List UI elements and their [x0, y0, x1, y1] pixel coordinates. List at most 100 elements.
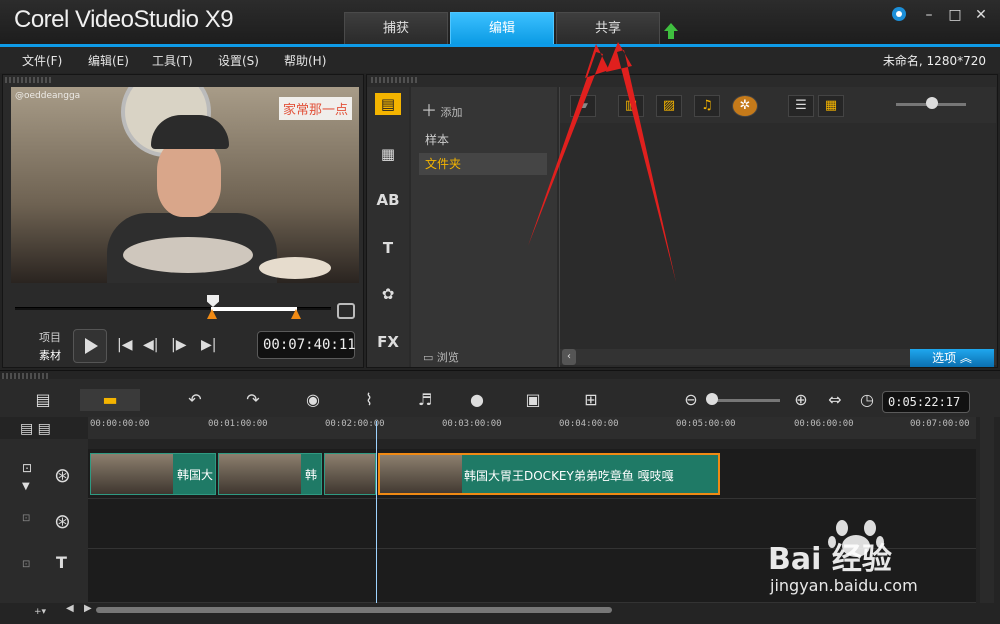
scroll-left-icon[interactable]: ◀ — [66, 603, 74, 614]
zoom-out-icon[interactable]: ⊖ — [678, 389, 704, 411]
show-audio-icon[interactable]: ♫ — [694, 95, 720, 117]
menu-tools[interactable]: 工具(T) — [152, 52, 193, 69]
library-sidebar: ▤ ▦ AB T ✿ FX — [367, 87, 409, 367]
timeline-zoom-slider[interactable] — [708, 399, 780, 402]
menu-settings[interactable]: 设置(S) — [218, 52, 259, 69]
timeline-clip[interactable]: 韩 — [218, 453, 322, 495]
minimize-icon[interactable]: – — [920, 6, 938, 24]
scroll-right-icon[interactable]: ▶ — [84, 603, 92, 614]
video-plate — [123, 237, 253, 273]
media-icon[interactable]: ▤ — [375, 93, 401, 115]
go-to-start-icon[interactable]: |◀ — [117, 337, 132, 353]
preview-timecode[interactable]: 00:07:40:11 — [257, 331, 356, 359]
undo-icon[interactable]: ↶ — [182, 389, 208, 411]
folder-item-sample[interactable]: 样本 — [419, 129, 547, 151]
title-icon[interactable]: T — [375, 237, 401, 259]
copy-icon[interactable] — [337, 303, 355, 319]
settings-icon[interactable]: ✲ — [732, 95, 758, 117]
add-folder-button[interactable]: ＋ 添加 — [421, 97, 463, 121]
video-plate-small — [259, 257, 331, 279]
play-button[interactable] — [73, 329, 107, 363]
record-capture-icon[interactable]: ◉ — [300, 389, 326, 411]
video-caption: 家常那一点 — [279, 97, 353, 120]
chevron-down-icon[interactable]: ▼ — [22, 481, 30, 492]
baidu-logo-text: Bai 经验 — [768, 542, 892, 577]
track-manager-icon[interactable]: ▤ ▤ — [20, 421, 51, 437]
auto-music-icon[interactable]: ♬ — [412, 389, 438, 411]
video-person-hat — [151, 115, 229, 149]
ruler-tick: 00:07:00:00 — [910, 419, 970, 429]
overlay-track-lock-icon[interactable]: ⊡ — [22, 513, 30, 524]
title-track-icon: T — [56, 553, 67, 572]
video-watermark: @oeddeangga — [15, 91, 81, 101]
menu-bar: 文件(F) 编辑(E) 工具(T) 设置(S) 帮助(H) 未命名, 1280*… — [0, 47, 1000, 73]
storyboard-view-icon[interactable]: ▤ — [30, 389, 56, 411]
tab-capture[interactable]: 捕获 — [344, 12, 448, 44]
list-view-icon[interactable]: ☰ — [788, 95, 814, 117]
menu-file[interactable]: 文件(F) — [22, 52, 62, 69]
upload-icon[interactable] — [662, 22, 680, 40]
transition-icon[interactable]: AB — [375, 189, 401, 211]
timeline-horizontal-scrollbar[interactable] — [96, 607, 612, 613]
thumbnail-size-knob[interactable] — [926, 97, 938, 109]
timeline-ruler[interactable]: 00:00:00:00 00:01:00:00 00:02:00:00 00:0… — [88, 417, 976, 439]
tab-edit[interactable]: 编辑 — [450, 12, 554, 44]
library-content: ▰ ▥ ▨ ♫ ✲ ☰ ▦ ‹ 选项 ︽ — [559, 87, 996, 367]
video-preview[interactable]: @oeddeangga 家常那一点 — [11, 87, 359, 283]
maximize-icon[interactable]: □ — [946, 6, 964, 24]
options-label: 选项 — [932, 351, 957, 365]
project-duration-icon[interactable]: ◷ — [854, 389, 880, 411]
timeline-clip[interactable]: 韩国大 — [90, 453, 216, 495]
video-track[interactable]: 韩国大 韩 韩国大胃王DOCKEY弟弟吃章鱼 嘎吱嘎 — [88, 449, 976, 499]
mode-clip-label[interactable]: 素材 — [39, 347, 61, 363]
show-video-icon[interactable]: ▥ — [618, 95, 644, 117]
show-photo-icon[interactable]: ▨ — [656, 95, 682, 117]
fit-project-icon[interactable]: ⇔ — [822, 389, 848, 411]
timeline-zoom-knob[interactable] — [706, 393, 718, 405]
video-track-lock-icon[interactable]: ⊡ — [22, 461, 32, 475]
thumbnail-view-icon[interactable]: ▦ — [818, 95, 844, 117]
motion-tracking-icon[interactable]: ● — [464, 389, 490, 411]
scroll-left-icon[interactable]: ‹ — [562, 349, 576, 365]
multi-camera-icon[interactable]: ⊞ — [578, 389, 604, 411]
chevron-up-icon: ︽ — [959, 351, 972, 365]
panel-grip[interactable] — [5, 77, 51, 83]
mode-project-label[interactable]: 项目 — [39, 329, 61, 345]
add-label: 添加 — [440, 106, 463, 119]
panel-grip[interactable] — [371, 77, 417, 83]
trim-selection — [211, 307, 297, 311]
graphic-icon[interactable]: ✿ — [375, 283, 401, 305]
go-to-end-icon[interactable]: ▶| — [201, 337, 216, 353]
import-folder-icon[interactable]: ▰ — [570, 95, 596, 117]
timeline-view-icon[interactable]: ▬ — [80, 389, 140, 411]
close-icon[interactable]: ✕ — [972, 6, 990, 24]
help-icon[interactable] — [890, 6, 908, 24]
timeline-playhead[interactable] — [376, 421, 377, 603]
redo-icon[interactable]: ↷ — [240, 389, 266, 411]
previous-frame-icon[interactable]: ◀| — [143, 337, 158, 353]
instant-project-icon[interactable]: ▦ — [375, 143, 401, 165]
clip-title: 韩国大胃王DOCKEY弟弟吃章鱼 嘎吱嘎 — [464, 469, 674, 483]
library-toolbar: ▰ ▥ ▨ ♫ ✲ ☰ ▦ — [560, 87, 996, 123]
add-track-icon[interactable]: +▾ — [34, 607, 46, 617]
title-track-lock-icon[interactable]: ⊡ — [22, 559, 30, 570]
track-headers: ⊡ ▼ ⊛ ⊡ ⊛ ⊡ T — [0, 439, 88, 603]
tab-share[interactable]: 共享 — [556, 12, 660, 44]
folder-item-folder[interactable]: 文件夹 — [419, 153, 547, 175]
sound-mixer-icon[interactable]: ⌇ — [356, 389, 382, 411]
zoom-in-icon[interactable]: ⊕ — [788, 389, 814, 411]
timeline-clip-selected[interactable]: 韩国大胃王DOCKEY弟弟吃章鱼 嘎吱嘎 — [378, 453, 720, 495]
filter-icon[interactable]: FX — [375, 331, 401, 353]
timeline-timecode[interactable]: 0:05:22:17 — [882, 391, 970, 413]
menu-help[interactable]: 帮助(H) — [284, 52, 326, 69]
scrub-handle[interactable] — [207, 295, 219, 307]
subtitle-editor-icon[interactable]: ▣ — [520, 389, 546, 411]
options-button[interactable]: 选项 ︽ — [910, 349, 994, 367]
baidu-url: jingyan.baidu.com — [770, 576, 918, 595]
ruler-tick: 00:03:00:00 — [442, 419, 502, 429]
timeline-clip[interactable] — [324, 453, 376, 495]
browse-button[interactable]: ▭ 浏览 — [423, 349, 459, 365]
next-frame-icon[interactable]: |▶ — [171, 337, 186, 353]
library-folder-tree: ＋ 添加 样本 文件夹 ▭ 浏览 — [411, 87, 557, 367]
menu-edit[interactable]: 编辑(E) — [88, 52, 129, 69]
